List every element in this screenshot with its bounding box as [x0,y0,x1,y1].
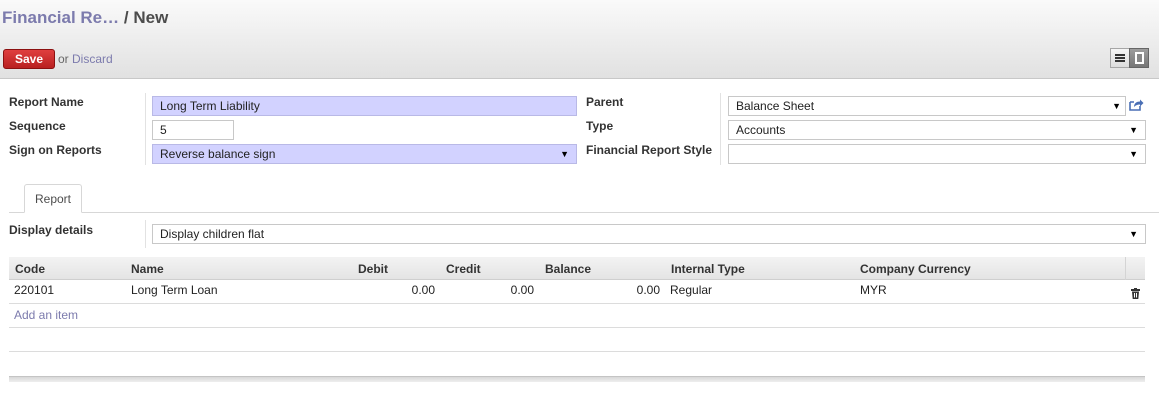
tab-report[interactable]: Report [24,184,82,213]
table-row[interactable]: 220101 Long Term Loan 0.00 0.00 0.00 Reg… [9,280,1145,304]
column-header-debit[interactable]: Debit [358,262,388,276]
chevron-down-icon: ▼ [1129,125,1138,135]
financial-report-style-label: Financial Report Style [586,143,713,157]
column-divider [145,93,146,165]
column-header-balance[interactable]: Balance [545,262,591,276]
list-view-icon [1115,54,1125,62]
chevron-down-icon: ▼ [1129,149,1138,159]
empty-row [9,328,1145,352]
column-header-credit[interactable]: Credit [446,262,481,276]
cell-company-currency: MYR [860,283,887,297]
breadcrumb-current: New [133,8,169,27]
sequence-value: 5 [160,123,167,137]
discard-button[interactable]: Discard [72,52,113,66]
column-header-company-currency[interactable]: Company Currency [860,262,971,276]
external-link-icon[interactable] [1128,98,1144,112]
cell-code: 220101 [14,283,55,297]
breadcrumb-parent-link[interactable]: Financial Re… [2,8,119,27]
report-name-input[interactable]: Long Term Liability [152,96,577,116]
display-details-value: Display children flat [160,227,265,241]
parent-select[interactable]: Balance Sheet ▼ [728,96,1126,116]
form-view-icon [1134,52,1144,64]
column-divider [720,93,721,165]
cell-debit: 0.00 [411,283,435,297]
parent-label: Parent [586,95,624,109]
trash-icon[interactable] [1131,288,1140,299]
type-select[interactable]: Accounts ▼ [728,120,1146,140]
sign-on-reports-select[interactable]: Reverse balance sign ▼ [152,144,577,164]
cell-internal-type: Regular [670,283,713,297]
column-divider [145,220,146,248]
parent-value: Balance Sheet [736,99,815,113]
report-name-label: Report Name [9,95,84,109]
table-header: Code Name Debit Credit Balance Internal … [9,257,1145,280]
table-footer [9,376,1145,382]
form-view-button[interactable] [1129,48,1149,68]
column-header-code[interactable]: Code [15,262,45,276]
column-header-internal-type[interactable]: Internal Type [671,262,745,276]
display-details-select[interactable]: Display children flat ▼ [152,224,1146,244]
chevron-down-icon: ▼ [1112,101,1121,111]
cell-name: Long Term Loan [131,283,218,297]
add-item-link[interactable]: Add an item [14,308,78,322]
sequence-label: Sequence [9,119,66,133]
breadcrumb: Financial Re… / New [2,8,168,28]
sequence-input[interactable]: 5 [152,120,234,140]
list-view-button[interactable] [1110,48,1130,68]
chevron-down-icon: ▼ [560,149,569,159]
type-value: Accounts [736,123,786,137]
column-header-name[interactable]: Name [131,262,164,276]
report-name-value: Long Term Liability [160,99,260,113]
type-label: Type [586,119,614,133]
or-text: or [58,52,69,66]
save-button[interactable]: Save [3,49,55,69]
tab-bar-line [9,212,1159,213]
financial-report-style-select[interactable]: ▼ [728,144,1146,164]
view-switcher [1110,48,1149,68]
tab-report-label: Report [34,191,72,206]
breadcrumb-separator: / [123,8,129,27]
header-divider [1125,257,1126,280]
add-item-row: Add an item [9,304,1145,328]
cell-credit: 0.00 [510,283,534,297]
discard-group: or Discard [58,52,113,66]
chevron-down-icon: ▼ [1129,229,1138,239]
control-panel: Financial Re… / New Save or Discard [0,0,1159,79]
sign-on-reports-label: Sign on Reports [9,143,102,157]
sign-on-reports-value: Reverse balance sign [160,147,276,161]
cell-balance: 0.00 [636,283,660,297]
display-details-label: Display details [9,223,94,237]
